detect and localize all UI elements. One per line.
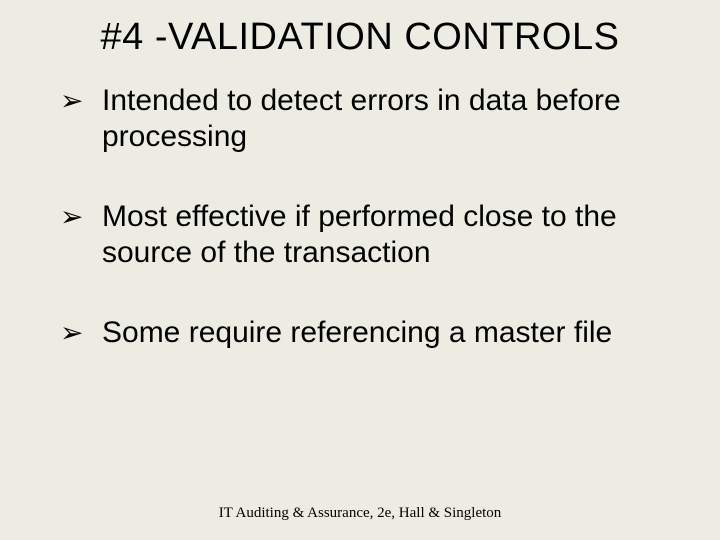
list-item: Intended to detect errors in data before… (60, 83, 680, 155)
slide-footer: IT Auditing & Assurance, 2e, Hall & Sing… (0, 505, 720, 522)
bullet-list: Intended to detect errors in data before… (30, 83, 690, 351)
slide: #4 -VALIDATION CONTROLS Intended to dete… (0, 0, 720, 540)
list-item: Most effective if performed close to the… (60, 199, 680, 271)
slide-title: #4 -VALIDATION CONTROLS (30, 16, 690, 59)
bullet-text: Most effective if performed close to the… (102, 200, 617, 269)
list-item: Some require referencing a master file (60, 315, 680, 351)
bullet-text: Some require referencing a master file (102, 316, 612, 349)
bullet-text: Intended to detect errors in data before… (102, 84, 621, 153)
